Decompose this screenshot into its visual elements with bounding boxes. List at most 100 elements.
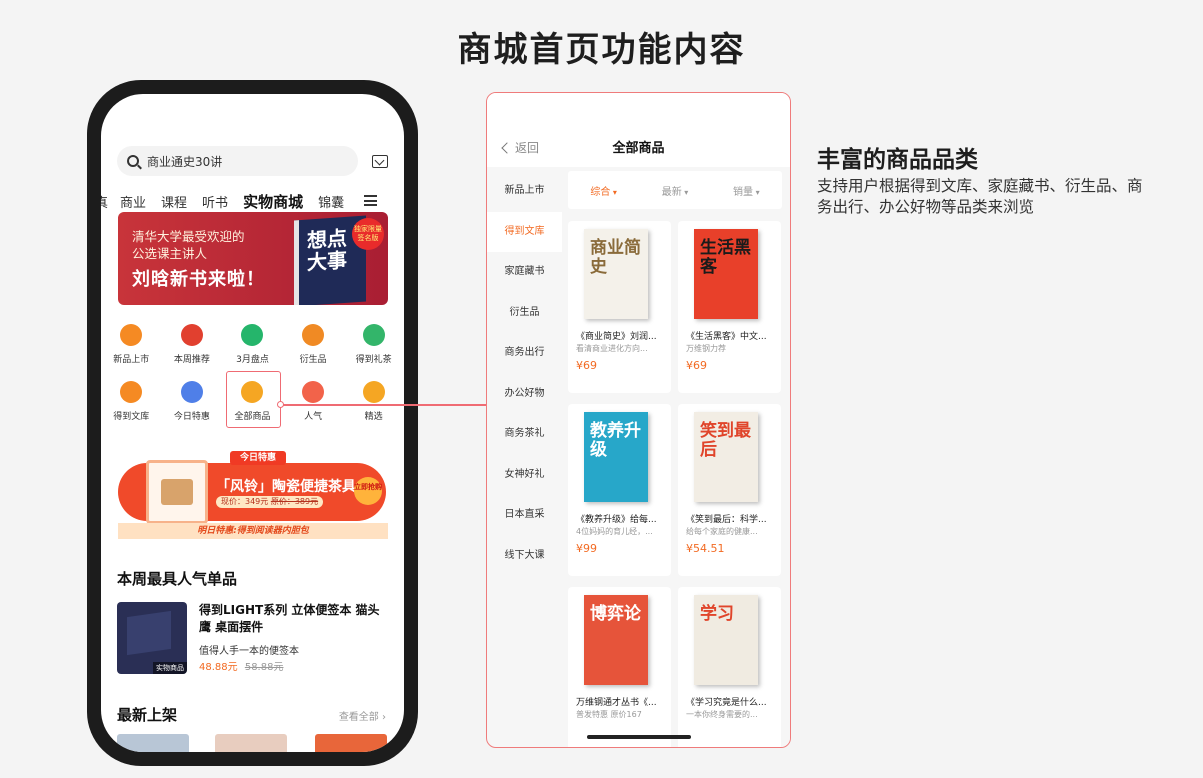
quick-icon-owl[interactable]: 衍生品	[283, 324, 344, 381]
product-name: 《笑到最后：科学...	[686, 515, 767, 525]
product-card[interactable]: 笑到最后《笑到最后：科学... 给每个家庭的健康... ¥54.51	[678, 404, 781, 576]
deal-tag: 今日特惠	[230, 451, 286, 465]
sort-sales[interactable]: 销量	[733, 183, 760, 198]
product-price: ¥69	[686, 359, 707, 372]
book-cover-title: 商业简史	[590, 238, 641, 277]
category-item[interactable]: 商务茶礼	[487, 414, 562, 455]
quick-icon-label: 得到礼茶	[355, 355, 392, 365]
product-card[interactable]: 商业简史 《商业简史》刘润... 看清商业进化方向... ¥69	[568, 221, 671, 393]
product-subtitle: 给每个家庭的健康...	[686, 527, 758, 536]
deal-old-price: 原价：389元	[270, 497, 319, 506]
category-item[interactable]: 家庭藏书	[487, 252, 562, 293]
deal-buy-button[interactable]: 立即抢购	[354, 477, 382, 505]
new-item-thumb[interactable]	[315, 734, 387, 752]
weekly-section-title: 本周最具人气单品	[117, 570, 238, 588]
tab-tips[interactable]: 锦囊	[318, 192, 344, 211]
nav-bar: 返回 全部商品	[487, 93, 790, 167]
product-thumbnail: 实物商品	[117, 602, 187, 674]
product-name: 万维钢通才丛书《...	[576, 698, 657, 708]
category-item[interactable]: 衍生品	[487, 293, 562, 334]
new-item-thumb[interactable]	[117, 734, 189, 752]
phone-screen: 商业通史30讲 真 商业 课程 听书 实物商城 锦囊 清华大学最受欢迎的 公选课…	[101, 94, 404, 752]
quick-icon-label: 全部商品	[234, 412, 271, 422]
category-item[interactable]: 线下大课	[487, 536, 562, 577]
tab-partial[interactable]: 真	[101, 192, 108, 211]
book-cover: 学习	[694, 595, 758, 685]
flame-icon	[180, 324, 203, 346]
tab-audiobooks[interactable]: 听书	[202, 192, 228, 211]
product-price: ¥54.51	[686, 542, 725, 555]
callout-dot	[277, 401, 284, 408]
product-subtitle: 看清商业进化方向...	[576, 344, 648, 353]
quick-icon-label: 衍生品	[299, 355, 327, 365]
deal-title: 「风铃」陶瓷便捷茶具	[216, 479, 356, 495]
category-tabs: 真 商业 课程 听书 实物商城 锦囊	[101, 189, 392, 218]
product-card[interactable]: 博弈论 万维钢通才丛书《... 普发特惠 原价167	[568, 587, 671, 747]
tab-business[interactable]: 商业	[120, 192, 146, 211]
quick-icon-diamond[interactable]: 精选	[343, 381, 404, 438]
product-badge: 实物商品	[153, 662, 187, 674]
product-subtitle: 值得人手一本的便签本	[199, 646, 299, 657]
menu-icon[interactable]	[364, 195, 377, 206]
product-old-price: 58.88元	[244, 662, 284, 673]
banner-badge: 独家限量签名版	[352, 218, 384, 250]
category-item[interactable]: 得到文库	[487, 211, 562, 252]
tab-physical-store[interactable]: 实物商城	[243, 191, 303, 218]
callout-line	[280, 404, 487, 406]
weekly-product[interactable]: 实物商品 得到LIGHT系列 立体便签本 猫头鹰 桌面摆件 值得人手一本的便签本…	[117, 602, 389, 674]
quick-icon-coupon[interactable]: 今日特惠	[162, 381, 223, 438]
quick-icon-tea[interactable]: 得到礼茶	[343, 324, 404, 381]
category-item[interactable]: 日本直采	[487, 495, 562, 536]
product-card[interactable]: 学习 《学习究竟是什么... 一本你终身需要的...	[678, 587, 781, 747]
category-sidebar: 新品上市 得到文库 家庭藏书 衍生品 商务出行 办公好物 商务茶礼 女神好礼 日本直采 线下大课	[487, 171, 562, 576]
new-arrivals-strip	[117, 734, 389, 752]
quick-icon-books[interactable]: 得到文库	[101, 381, 162, 438]
home-indicator	[587, 735, 691, 739]
heart-icon	[302, 381, 325, 403]
calendar-icon	[241, 324, 264, 346]
quick-icon-grid: 新品上市 本周推荐 3月盘点 衍生品 得到礼茶 得到文库 今日特惠 全部商品 人气 精选	[101, 324, 404, 438]
search-input[interactable]: 商业通史30讲	[117, 146, 358, 176]
deal-footer: 明日特惠:得到阅读器内胆包	[118, 523, 388, 539]
quick-icon-label: 3月盘点	[236, 355, 269, 365]
see-all-link[interactable]: 查看全部 ›	[339, 708, 386, 723]
new-item-thumb[interactable]	[215, 734, 287, 752]
coupon-icon	[180, 381, 203, 403]
tab-courses[interactable]: 课程	[161, 192, 187, 211]
sort-newest[interactable]: 最新	[662, 183, 689, 198]
quick-icon-label: 新品上市	[113, 355, 150, 365]
quick-icon-label: 今日特惠	[173, 412, 210, 422]
hero-banner[interactable]: 清华大学最受欢迎的 公选课主讲人 刘晗新书来啦！ 想点大事 独家限量签名版	[118, 212, 388, 305]
book-cover-title: 学习	[700, 604, 734, 624]
icon-row-2: 得到文库 今日特惠 全部商品 人气 精选	[101, 371, 404, 438]
sort-comprehensive[interactable]: 综合	[590, 183, 617, 198]
page-title: 商城首页功能内容	[457, 30, 746, 70]
category-item[interactable]: 新品上市	[487, 171, 562, 212]
quick-icon-label: 精选	[364, 412, 383, 422]
book-cover: 笑到最后	[694, 412, 758, 502]
category-item[interactable]: 办公好物	[487, 374, 562, 415]
product-current-price: 48.88元	[199, 662, 238, 673]
message-icon[interactable]	[372, 154, 388, 168]
books-icon	[120, 381, 143, 403]
quick-icon-flame[interactable]: 本周推荐	[162, 324, 223, 381]
category-item[interactable]: 女神好礼	[487, 455, 562, 496]
screen-title: 全部商品	[612, 141, 665, 156]
product-pane: 综合 最新 销量 商业简史《商业简史》刘润...看清商业进化方向...¥69 生活…	[562, 167, 790, 747]
daily-deal-card[interactable]: 今日特惠 「风铃」陶瓷便捷茶具 现价：349元 原价：389元 立即抢购 明日特…	[118, 451, 388, 547]
category-item[interactable]: 商务出行	[487, 333, 562, 374]
product-card[interactable]: 教养升级 《教养升级》给每... 4位妈妈的育儿经，... ¥99	[568, 404, 671, 576]
quick-icon-new[interactable]: 新品上市	[101, 324, 162, 381]
book-cover: 生活黑客	[694, 229, 758, 319]
deal-current-price: 现价：349元	[221, 497, 269, 506]
quick-icon-label: 本周推荐	[173, 355, 210, 365]
product-card[interactable]: 生活黑客 《生活黑客》中文... 万维钢力荐 ¥69	[678, 221, 781, 393]
search-placeholder: 商业通史30讲	[147, 154, 223, 169]
sort-bar: 综合 最新 销量	[568, 171, 782, 209]
quick-icon-grid[interactable]: 全部商品	[222, 371, 283, 438]
book-cover-title: 博弈论	[590, 604, 641, 624]
owl-icon	[302, 324, 325, 346]
quick-icon-heart[interactable]: 人气	[283, 381, 344, 438]
product-subtitle: 万维钢力荐	[686, 344, 726, 353]
book-cover: 商业简史	[584, 229, 648, 319]
